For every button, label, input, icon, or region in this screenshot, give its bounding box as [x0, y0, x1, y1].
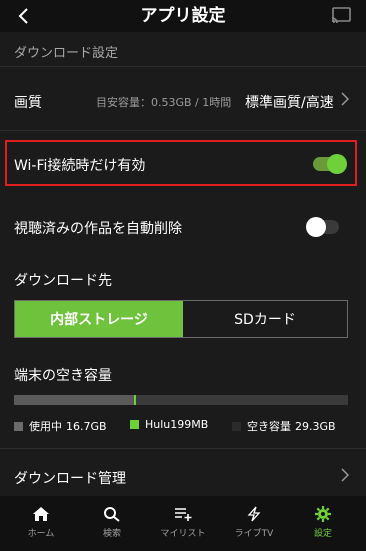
wifi-only-label: Wi-Fi接続時だけ有効: [14, 158, 146, 174]
sd-card-option[interactable]: SDカード: [183, 301, 347, 337]
legend-used-value: 16.7GB: [66, 419, 107, 433]
legend-hulu-value: 199MB: [170, 418, 209, 431]
bottom-tab-bar: ホーム 検索 マイリスト ライブTV 設定: [0, 496, 366, 551]
legend-used: 使用中 16.7GB: [14, 418, 107, 434]
live-tv-icon: [247, 506, 261, 522]
storage-bar: [14, 395, 348, 405]
chevron-right-icon: [341, 92, 350, 110]
legend-swatch-free: [232, 421, 241, 431]
toggle-knob: [306, 217, 326, 237]
divider: [0, 448, 366, 449]
tab-home[interactable]: ホーム: [6, 496, 76, 551]
storage-bar-hulu: [134, 395, 136, 405]
toggle-knob: [327, 154, 347, 174]
quality-label: 画質: [14, 95, 42, 111]
legend-hulu: Hulu 199MB: [130, 418, 208, 431]
tab-search-label: 検索: [102, 529, 121, 539]
page-title: アプリ設定: [140, 6, 226, 26]
storage-selector: 内部ストレージ SDカード: [14, 300, 348, 338]
legend-hulu-label: Hulu: [145, 418, 171, 431]
legend-free-label: 空き容量: [247, 420, 291, 433]
tab-live-tv[interactable]: ライブTV: [219, 496, 289, 551]
download-manage-label: ダウンロード管理: [14, 471, 126, 487]
tab-live-tv-label: ライブTV: [234, 529, 274, 539]
divider: [0, 130, 366, 131]
tab-mylist-label: マイリスト: [160, 529, 206, 539]
section-label-download: ダウンロード設定: [14, 46, 119, 61]
legend-swatch-hulu: [130, 420, 139, 429]
tab-search[interactable]: 検索: [77, 496, 147, 551]
gear-icon: [315, 506, 331, 522]
free-space-label: 端末の空き容量: [14, 368, 112, 384]
storage-bar-used: [14, 395, 134, 405]
home-icon: [33, 507, 49, 521]
wifi-only-toggle[interactable]: [313, 154, 347, 174]
app-header: アプリ設定: [0, 0, 366, 32]
quality-estimate: 目安容量：0.53GB / 1時間: [96, 96, 232, 109]
legend-swatch-used: [14, 421, 23, 431]
destination-label: ダウンロード先: [14, 273, 112, 289]
tab-settings-label: 設定: [313, 529, 332, 539]
cast-icon[interactable]: [330, 6, 352, 26]
chevron-right-icon: [341, 468, 350, 486]
legend-free: 空き容量 29.3GB: [232, 418, 336, 434]
legend-used-label: 使用中: [29, 420, 62, 433]
divider: [0, 66, 366, 67]
internal-storage-option[interactable]: 内部ストレージ: [15, 301, 183, 337]
tab-home-label: ホーム: [27, 529, 55, 539]
quality-value: 標準画質/高速: [245, 95, 334, 111]
legend-free-value: 29.3GB: [295, 419, 336, 433]
tab-mylist[interactable]: マイリスト: [148, 496, 218, 551]
tab-settings[interactable]: 設定: [288, 496, 358, 551]
auto-delete-toggle[interactable]: [306, 217, 339, 237]
mylist-icon: [175, 508, 192, 521]
search-icon: [104, 507, 120, 522]
auto-delete-label: 視聴済みの作品を自動削除: [14, 221, 182, 237]
